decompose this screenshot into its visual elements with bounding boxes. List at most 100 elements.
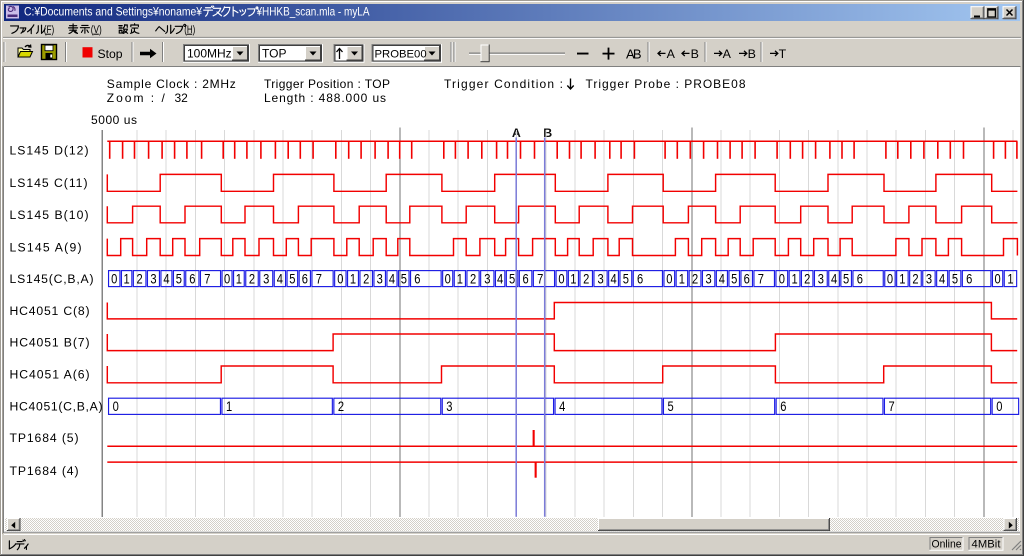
- svg-text:B: B: [748, 47, 756, 61]
- svg-text:3: 3: [150, 272, 156, 287]
- svg-text:HC4051 A(6): HC4051 A(6): [10, 368, 90, 382]
- svg-text:¥HHKB_scan.mla - myLA: ¥HHKB_scan.mla - myLA: [256, 6, 370, 19]
- svg-text:1: 1: [1007, 272, 1013, 287]
- svg-text:0: 0: [558, 272, 565, 287]
- svg-text:4: 4: [831, 272, 838, 287]
- svg-text:HC4051 C(8): HC4051 C(8): [10, 304, 90, 318]
- svg-text:3: 3: [263, 272, 269, 287]
- svg-text:1: 1: [791, 272, 797, 287]
- svg-text:5: 5: [401, 272, 407, 287]
- svg-text:LS145(C,B,A): LS145(C,B,A): [10, 272, 94, 286]
- svg-text:7: 7: [537, 272, 543, 287]
- svg-text:3: 3: [484, 272, 490, 287]
- svg-text:4MBit: 4MBit: [972, 539, 1002, 551]
- svg-text:3: 3: [446, 399, 452, 414]
- svg-text:4: 4: [163, 272, 170, 287]
- svg-text:1: 1: [570, 272, 576, 287]
- svg-text:5000 us: 5000 us: [91, 113, 137, 127]
- svg-text:4: 4: [497, 272, 504, 287]
- svg-text:1: 1: [350, 272, 356, 287]
- svg-text:A: A: [667, 47, 676, 61]
- svg-text:Length : 488.000 us: Length : 488.000 us: [264, 91, 386, 105]
- svg-text:2: 2: [804, 272, 810, 287]
- svg-text:0: 0: [996, 399, 1003, 414]
- svg-text:4: 4: [939, 272, 946, 287]
- svg-text:3: 3: [818, 272, 824, 287]
- svg-text:5: 5: [289, 272, 295, 287]
- svg-text:5: 5: [731, 272, 737, 287]
- svg-text:3: 3: [706, 272, 712, 287]
- svg-text:1: 1: [679, 272, 685, 287]
- svg-text:0: 0: [995, 272, 1002, 287]
- svg-text:0: 0: [111, 272, 118, 287]
- svg-text:7: 7: [204, 272, 210, 287]
- svg-text:4: 4: [719, 272, 726, 287]
- svg-text:5: 5: [623, 272, 629, 287]
- svg-text:6: 6: [780, 399, 786, 414]
- svg-text:1: 1: [236, 272, 242, 287]
- svg-text:4: 4: [389, 272, 396, 287]
- svg-text:AB: AB: [626, 46, 642, 61]
- svg-text:4: 4: [610, 272, 617, 287]
- svg-text:TOP: TOP: [262, 47, 286, 61]
- svg-text:5: 5: [509, 272, 515, 287]
- svg-text:7: 7: [889, 399, 895, 414]
- svg-text:Zoom : /: Zoom : /: [107, 91, 166, 105]
- svg-text:Trigger Position : TOP: Trigger Position : TOP: [264, 77, 390, 91]
- svg-text:T: T: [779, 47, 787, 61]
- svg-text:2: 2: [249, 272, 255, 287]
- svg-text:6: 6: [302, 272, 308, 287]
- svg-text:Online: Online: [932, 539, 962, 551]
- svg-text:0: 0: [445, 272, 452, 287]
- svg-text:6: 6: [744, 272, 750, 287]
- svg-text:6: 6: [523, 272, 529, 287]
- svg-text:3: 3: [597, 272, 603, 287]
- svg-text:6: 6: [637, 272, 643, 287]
- svg-text:1: 1: [124, 272, 130, 287]
- svg-text:3: 3: [926, 272, 932, 287]
- svg-text:0: 0: [666, 272, 673, 287]
- svg-text:0: 0: [224, 272, 231, 287]
- svg-text:5: 5: [176, 272, 182, 287]
- svg-text:2: 2: [692, 272, 698, 287]
- svg-text:2: 2: [137, 272, 143, 287]
- svg-text:2: 2: [583, 272, 589, 287]
- svg-text:6: 6: [966, 272, 972, 287]
- svg-text:2: 2: [338, 399, 344, 414]
- svg-text:PROBE00: PROBE00: [375, 49, 427, 61]
- svg-text:0: 0: [113, 399, 120, 414]
- svg-text:LS145 A(9): LS145 A(9): [10, 240, 82, 254]
- svg-text:TP1684 (5): TP1684 (5): [10, 431, 79, 445]
- svg-text:4: 4: [277, 272, 284, 287]
- svg-text:6: 6: [857, 272, 863, 287]
- svg-text:Trigger Condition :: Trigger Condition :: [444, 77, 563, 91]
- svg-text:2: 2: [912, 272, 918, 287]
- svg-text:Trigger Probe : PROBE08: Trigger Probe : PROBE08: [586, 77, 746, 91]
- svg-text:A: A: [723, 47, 732, 61]
- svg-text:0: 0: [779, 272, 786, 287]
- svg-text:Stop: Stop: [98, 47, 123, 61]
- svg-text:LS145 D(12): LS145 D(12): [10, 143, 89, 157]
- svg-text:5: 5: [952, 272, 958, 287]
- svg-text:HC4051(C,B,A): HC4051(C,B,A): [10, 400, 103, 414]
- svg-text:32: 32: [175, 91, 189, 105]
- svg-text:1: 1: [226, 399, 232, 414]
- svg-text:5: 5: [843, 272, 849, 287]
- svg-text:7: 7: [316, 272, 322, 287]
- svg-text:HC4051 B(7): HC4051 B(7): [10, 336, 90, 350]
- svg-text:100MHz: 100MHz: [187, 47, 232, 61]
- svg-text:C:¥Documents and Settings¥nona: C:¥Documents and Settings¥noname¥: [24, 6, 202, 19]
- svg-text:4: 4: [559, 399, 566, 414]
- svg-text:B: B: [691, 47, 699, 61]
- svg-text:Sample Clock : 2MHz: Sample Clock : 2MHz: [107, 77, 236, 91]
- svg-text:2: 2: [363, 272, 369, 287]
- svg-text:1: 1: [457, 272, 463, 287]
- svg-text:1: 1: [899, 272, 905, 287]
- svg-text:TP1684 (4): TP1684 (4): [10, 464, 79, 478]
- svg-text:3: 3: [377, 272, 383, 287]
- svg-text:5: 5: [668, 399, 674, 414]
- svg-text:6: 6: [189, 272, 195, 287]
- svg-text:0: 0: [887, 272, 894, 287]
- svg-text:7: 7: [758, 272, 764, 287]
- svg-text:2: 2: [470, 272, 476, 287]
